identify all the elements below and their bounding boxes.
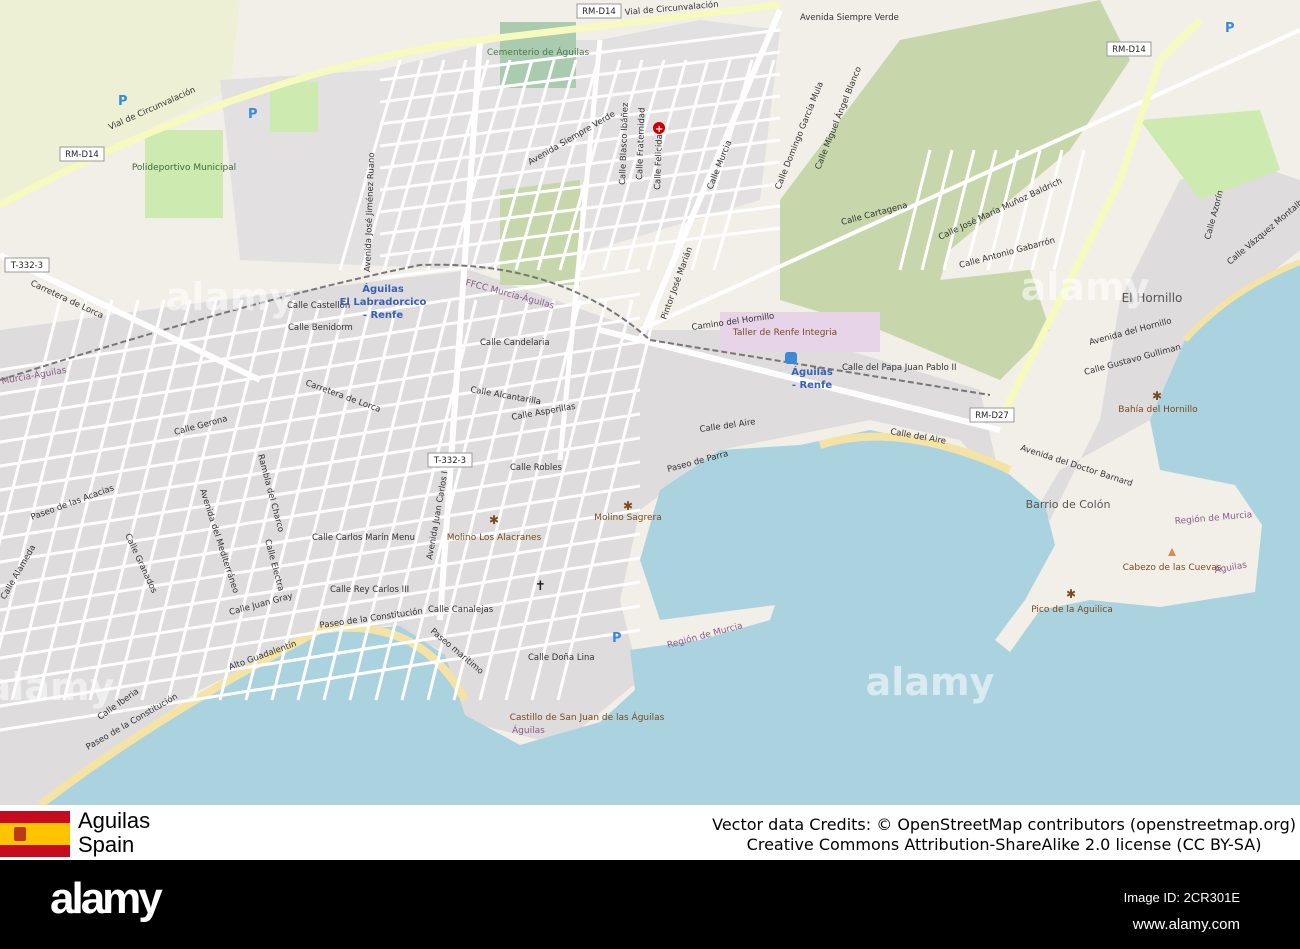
street-label: Avenida Siempre Verde (800, 13, 899, 23)
road-shield: RM-D14 (65, 150, 99, 160)
image-id: Image ID: 2CR301E (1123, 890, 1240, 905)
poi-label: Molino Los Alacranes (447, 533, 542, 543)
poi-label: Polideportivo Municipal (132, 163, 236, 173)
poi-label: Taller de Renfe Integria (732, 328, 837, 338)
street-label: Calle Felicidad (653, 129, 665, 191)
windmill-icon: ✱ (1152, 389, 1162, 403)
sports-centre-area (145, 130, 223, 218)
location-title: Aguilas Spain (78, 809, 150, 857)
parking-icon: P (612, 631, 622, 646)
windmill-icon: ✱ (489, 513, 499, 527)
watermark: alamy (166, 275, 295, 319)
poi-label: Molino Sagrera (594, 513, 662, 523)
spain-flag-icon (0, 811, 70, 857)
church-icon: ✝ (535, 579, 546, 594)
street-label: Calle Doña Lina (528, 653, 595, 663)
credits-line: Vector data Credits: © OpenStreetMap con… (712, 815, 1296, 834)
poi-label: Castillo de San Juan de las Águilas (510, 711, 665, 723)
windmill-icon: ✱ (1066, 587, 1076, 601)
street-label: Calle Carlos Marín Menu (312, 533, 415, 543)
street-label: Calle Rey Carlos III (330, 585, 409, 595)
street-label: Calle Canalejas (428, 605, 494, 615)
parking-icon: P (118, 94, 128, 109)
road-shield: RM-D14 (582, 7, 616, 17)
stock-banner: alamy Image ID: 2CR301E www.alamy.com (0, 860, 1300, 949)
poi-label: Pico de la Aguilica (1031, 605, 1113, 615)
street-label: Calle del Papa Juan Pablo II (842, 363, 957, 373)
station-label: Águilas (362, 282, 404, 295)
license-line: Creative Commons Attribution-ShareAlike … (746, 835, 1262, 854)
watermark: alamy (1021, 265, 1150, 309)
city-name: Aguilas (78, 808, 151, 833)
poi-label: Cementerio de Águilas (487, 46, 590, 58)
boundary-label: Águilas (512, 724, 545, 736)
poi-label: Bahía del Hornillo (1118, 405, 1198, 415)
street-label: Calle Candelaria (480, 338, 550, 348)
parking-icon: P (248, 107, 258, 122)
credits: Vector data Credits: © OpenStreetMap con… (712, 815, 1296, 855)
map-caption: Aguilas Spain Vector data Credits: © Ope… (0, 805, 1300, 860)
road-shield: RM-D14 (1112, 45, 1146, 55)
country-name: Spain (78, 832, 135, 857)
station-label: - Renfe (363, 310, 404, 321)
alamy-logo: alamy (50, 874, 163, 923)
street-label: Calle Robles (510, 463, 563, 473)
map-image: RM-D14 RM-D14 RM-D14 T-332-3 T-332-3 RM-… (0, 0, 1300, 949)
park-area (270, 82, 318, 132)
watermark: alamy (0, 665, 115, 709)
neighbourhood-label: Barrio de Colón (1026, 498, 1111, 511)
station-label: El Labradorcico (340, 297, 427, 308)
road-shield: T-332-3 (433, 456, 466, 466)
road-shield: T-332-3 (10, 261, 43, 271)
parking-icon: P (1225, 21, 1235, 36)
windmill-icon: ✱ (623, 499, 633, 513)
street-label: Calle Benidorm (288, 323, 353, 333)
station-label: - Renfe (792, 380, 833, 391)
website-link[interactable]: www.alamy.com (1133, 916, 1240, 933)
poi-label: Cabezo de las Cuevas (1123, 563, 1222, 573)
road-shield: RM-D27 (975, 411, 1009, 421)
hospital-cross: + (655, 124, 663, 135)
station-label: Águilas (791, 365, 833, 378)
street-map[interactable]: RM-D14 RM-D14 RM-D14 T-332-3 T-332-3 RM-… (0, 0, 1300, 805)
train-station-icon (785, 352, 797, 364)
watermark: alamy (866, 660, 995, 704)
